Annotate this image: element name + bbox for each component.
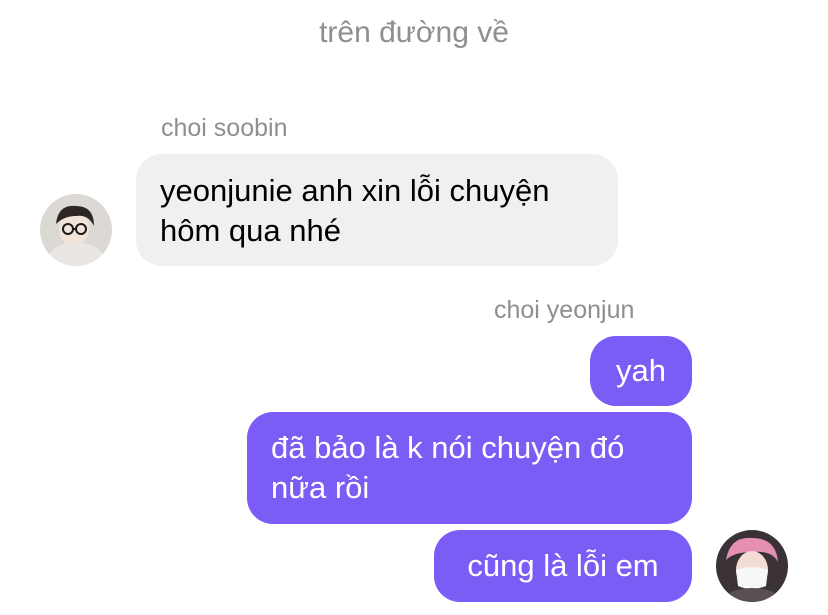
soobin-avatar-image — [40, 194, 112, 266]
message-bubble-yeonjun-1[interactable]: yah — [590, 336, 692, 406]
message-text-line: nữa rồi — [271, 470, 370, 505]
sender-name-soobin: choi soobin — [161, 114, 288, 142]
message-bubble-soobin-1[interactable]: yeonjunie anh xin lỗi chuyện hôm qua nhé — [136, 154, 618, 266]
message-bubble-yeonjun-3[interactable]: cũng là lỗi em — [434, 530, 692, 602]
conversation-title: trên đường về — [319, 16, 509, 49]
message-bubble-yeonjun-2[interactable]: đã bảo là k nói chuyện đó nữa rồi — [247, 412, 692, 524]
message-text-line: cũng là lỗi em — [467, 548, 659, 583]
yeonjun-avatar[interactable] — [716, 530, 788, 602]
yeonjun-avatar-image — [716, 530, 788, 602]
message-text-line: hôm qua nhé — [160, 213, 341, 248]
soobin-avatar[interactable] — [40, 194, 112, 266]
message-text-line: đã bảo là k nói chuyện đó — [271, 430, 625, 465]
chat-screen: trên đường về choi soobin yeonjunie anh … — [0, 0, 828, 615]
message-text-line: yah — [616, 353, 666, 388]
sender-name-yeonjun: choi yeonjun — [494, 296, 635, 324]
message-text-line: yeonjunie anh xin lỗi chuyện — [160, 173, 550, 208]
